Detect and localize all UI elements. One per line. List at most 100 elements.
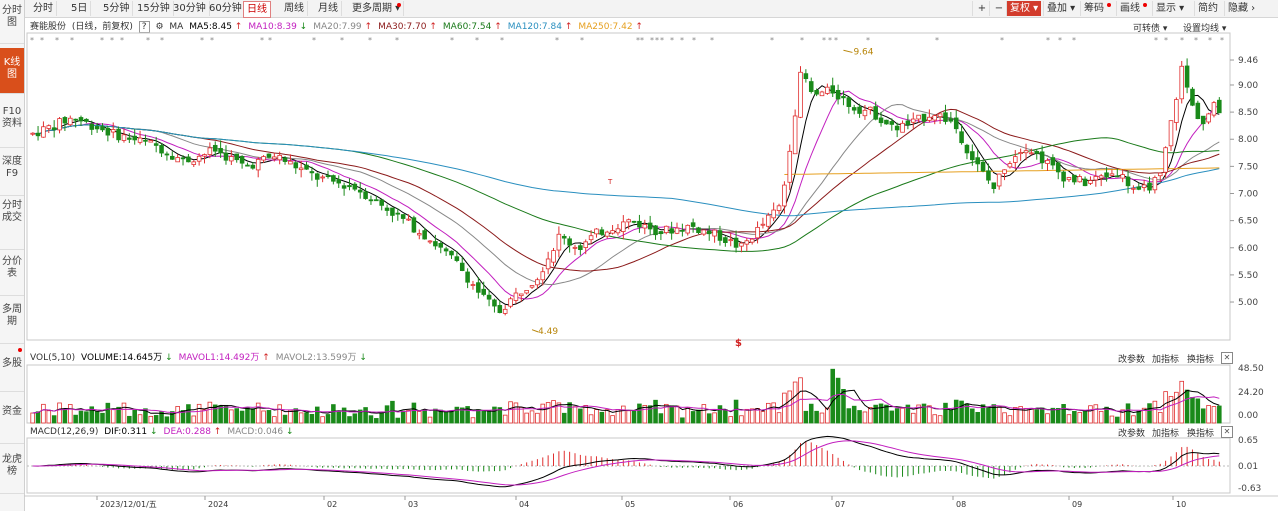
volume-bar bbox=[884, 404, 889, 424]
volume-bar bbox=[567, 402, 572, 424]
vol-close-icon[interactable]: ✕ bbox=[1221, 352, 1233, 364]
time-axis-label: 2023/12/01/五 bbox=[100, 500, 157, 509]
volume-bar bbox=[894, 408, 900, 424]
candle-body bbox=[363, 191, 368, 199]
volume-bar bbox=[314, 406, 320, 424]
volume-bar bbox=[153, 415, 159, 424]
candle-body bbox=[535, 279, 540, 286]
candle-body bbox=[599, 229, 605, 235]
candle-body bbox=[465, 271, 470, 283]
macd-change-params-button[interactable]: 改参数 bbox=[1118, 426, 1145, 439]
candle-body bbox=[1195, 102, 1201, 120]
volume-bar bbox=[771, 402, 776, 424]
volume-bar bbox=[561, 412, 567, 424]
candle-body bbox=[476, 282, 481, 293]
volume-bar bbox=[67, 404, 73, 424]
candle-body bbox=[658, 231, 664, 235]
candle-body bbox=[663, 225, 669, 233]
candle-body bbox=[320, 176, 325, 179]
volume-bar bbox=[706, 413, 712, 424]
volume-bar bbox=[277, 404, 282, 424]
volume-bar bbox=[1055, 407, 1061, 424]
candle-body bbox=[1211, 102, 1217, 116]
time-axis-label: 10 bbox=[1176, 500, 1186, 509]
candle-body bbox=[572, 246, 578, 249]
candle-body bbox=[567, 238, 572, 246]
volume-bar bbox=[626, 410, 631, 424]
volume-bar bbox=[1072, 410, 1077, 424]
candle-body bbox=[588, 235, 594, 241]
event-star-marker: * bbox=[268, 36, 272, 45]
vol-swap-indicator-button[interactable]: 换指标 bbox=[1187, 352, 1214, 365]
vol-item-0: VOLUME:14.645万 ↓ bbox=[81, 353, 173, 363]
candle-body bbox=[105, 127, 111, 136]
candle-body bbox=[964, 144, 970, 154]
candle-body bbox=[266, 153, 272, 158]
vol-change-params-button[interactable]: 改参数 bbox=[1118, 352, 1145, 365]
candle-body bbox=[422, 230, 427, 240]
volume-bar bbox=[202, 409, 207, 424]
vol-add-indicator-button[interactable]: 加指标 bbox=[1152, 352, 1179, 365]
candle-body bbox=[1152, 177, 1158, 191]
ma250-line bbox=[784, 167, 1220, 175]
candle-body bbox=[454, 256, 460, 261]
candle-body bbox=[508, 298, 513, 307]
candle-body bbox=[277, 154, 282, 161]
volume-bar bbox=[272, 416, 277, 424]
event-star-marker: * bbox=[160, 36, 164, 45]
volume-bar bbox=[384, 405, 390, 424]
time-axis-label: 07 bbox=[835, 500, 845, 509]
candle-body bbox=[132, 135, 137, 141]
volume-bar bbox=[191, 415, 197, 424]
price-axis-label: 7.00 bbox=[1238, 190, 1258, 200]
volume-bar bbox=[51, 415, 57, 424]
volume-bar bbox=[250, 408, 256, 424]
macd-swap-indicator-button[interactable]: 换指标 bbox=[1187, 426, 1214, 439]
event-star-marker: * bbox=[834, 36, 838, 45]
vol-arrow-0: ↓ bbox=[165, 353, 173, 363]
volume-bar bbox=[320, 416, 325, 424]
volume-bar bbox=[266, 410, 272, 424]
volume-bar bbox=[100, 412, 105, 424]
candle-body bbox=[696, 227, 701, 234]
event-star-marker: * bbox=[1058, 36, 1062, 45]
candle-body bbox=[282, 157, 288, 162]
candle-body bbox=[137, 137, 143, 143]
event-star-marker: * bbox=[670, 36, 674, 45]
candle-body bbox=[30, 132, 35, 135]
candle-body bbox=[1039, 151, 1045, 164]
volume-bar bbox=[814, 410, 819, 424]
candle-body bbox=[159, 145, 164, 154]
candle-body bbox=[970, 151, 975, 161]
candle-body bbox=[561, 235, 567, 239]
candle-body bbox=[1077, 176, 1082, 183]
candle-body bbox=[943, 112, 948, 122]
macd-add-indicator-button[interactable]: 加指标 bbox=[1152, 426, 1179, 439]
candle-body bbox=[884, 119, 889, 125]
high-price-label: 9.64 bbox=[853, 47, 873, 57]
volume-bar bbox=[846, 408, 852, 424]
candle-body bbox=[545, 258, 551, 270]
event-star-marker: * bbox=[260, 36, 264, 45]
ma5-line bbox=[32, 85, 1220, 306]
dea-line bbox=[32, 440, 1220, 486]
macd-axis-label: 0.65 bbox=[1238, 436, 1258, 446]
volume-bar bbox=[857, 410, 862, 424]
volume-bar bbox=[1066, 414, 1072, 424]
vol-item-2: MAVOL2:13.599万 ↓ bbox=[275, 353, 367, 363]
candle-body bbox=[1179, 65, 1185, 100]
candle-body bbox=[878, 117, 884, 124]
event-star-marker: * bbox=[30, 36, 34, 45]
volume-bar bbox=[540, 403, 546, 424]
candle-body bbox=[1125, 176, 1131, 187]
volume-bar bbox=[1045, 413, 1050, 424]
candle-body bbox=[121, 134, 127, 141]
volume-bar bbox=[637, 403, 642, 424]
volume-axis-label: 24.20 bbox=[1238, 388, 1264, 398]
volume-bar bbox=[261, 410, 266, 424]
candle-body bbox=[851, 107, 857, 111]
volume-bar bbox=[416, 411, 422, 424]
candle-body bbox=[621, 221, 626, 232]
macd-close-icon[interactable]: ✕ bbox=[1221, 426, 1233, 438]
candle-body bbox=[78, 117, 84, 122]
